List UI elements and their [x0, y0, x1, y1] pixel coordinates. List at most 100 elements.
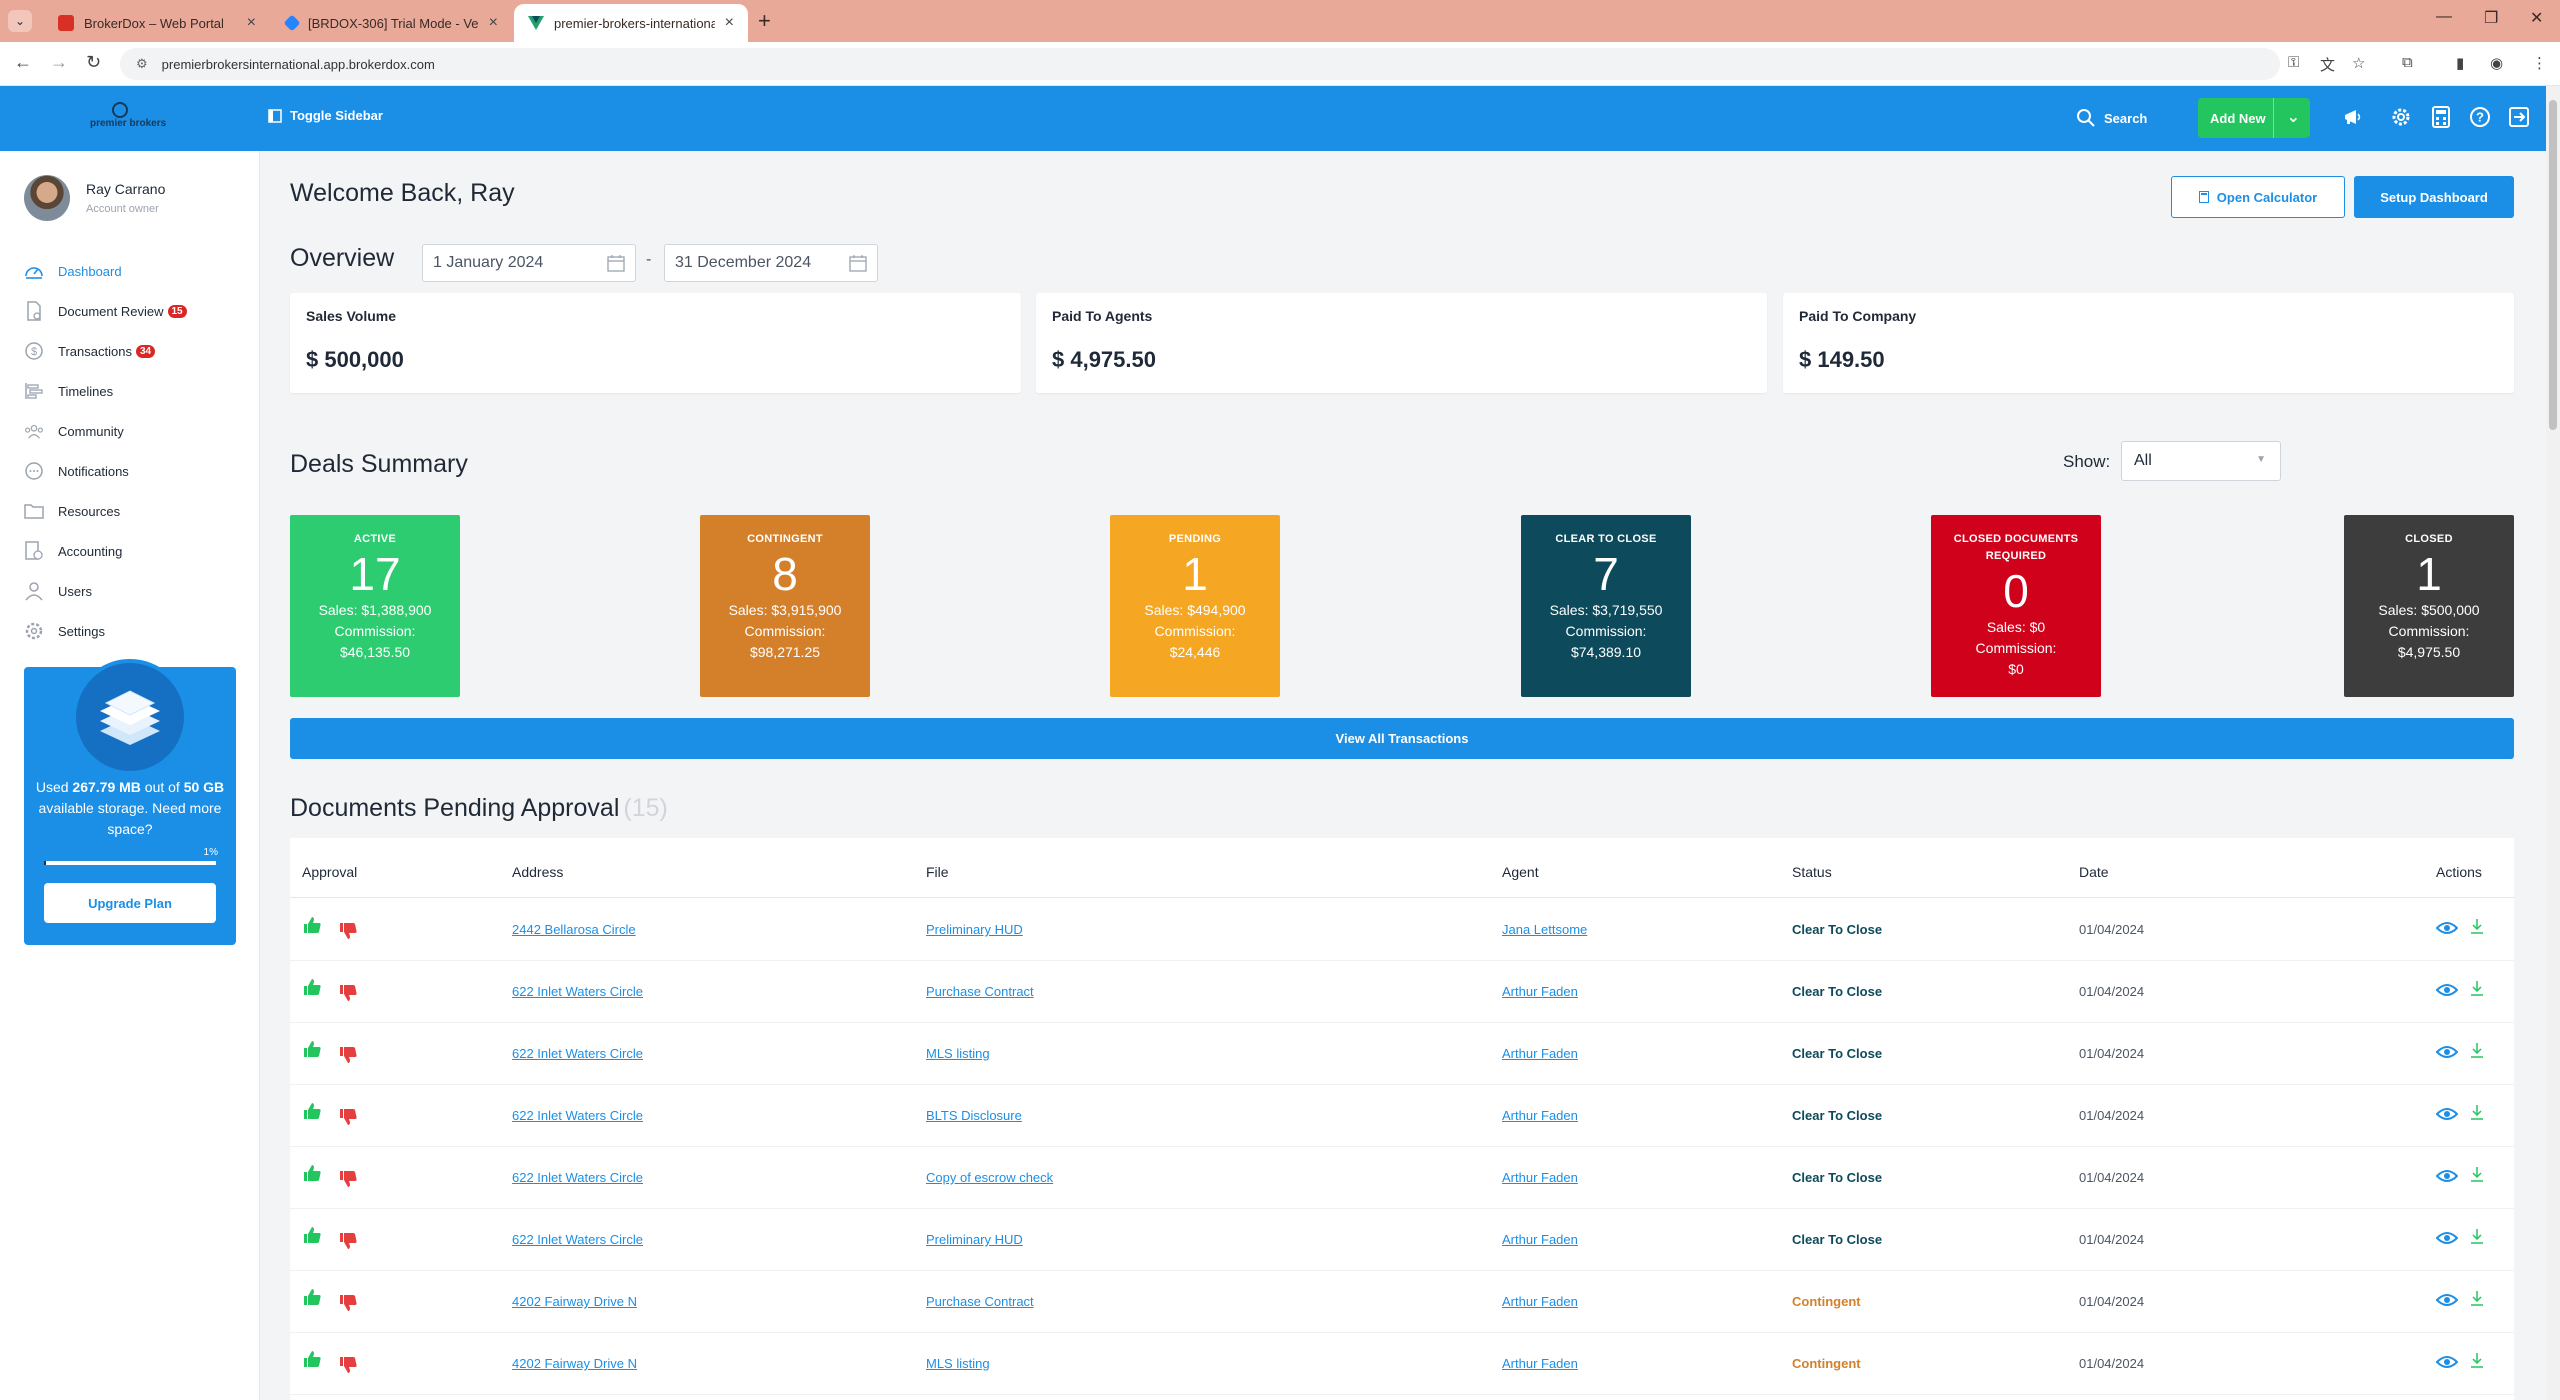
toggle-sidebar-button[interactable]: Toggle Sidebar [268, 108, 383, 123]
add-new-button[interactable]: Add New ⌄ [2198, 98, 2310, 138]
address-link[interactable]: 622 Inlet Waters Circle [512, 984, 643, 999]
reject-thumbs-down-icon[interactable] [338, 1107, 358, 1127]
approve-thumbs-up-icon[interactable] [302, 1101, 322, 1121]
gear-icon[interactable] [2388, 104, 2414, 130]
deal-card-clear-to-close[interactable]: CLEAR TO CLOSE 7 Sales: $3,719,550 Commi… [1521, 515, 1691, 697]
site-info-icon[interactable]: ⚙ [136, 56, 148, 72]
user-profile[interactable]: Ray Carrano Account owner [24, 175, 165, 221]
close-tab-icon[interactable]: × [725, 14, 734, 32]
agent-link[interactable]: Arthur Faden [1502, 1108, 1578, 1123]
logout-icon[interactable] [2506, 104, 2532, 130]
view-eye-icon[interactable] [2435, 1354, 2459, 1375]
browser-tab-premier[interactable]: premier-brokers-international × [514, 4, 748, 42]
approve-thumbs-up-icon[interactable] [302, 1287, 322, 1307]
agent-link[interactable]: Jana Lettsome [1502, 922, 1587, 937]
upgrade-plan-button[interactable]: Upgrade Plan [44, 883, 216, 923]
download-icon[interactable] [2470, 1228, 2484, 1249]
company-logo[interactable]: premier brokers [90, 100, 170, 136]
sidebar-item-dashboard[interactable]: Dashboard [24, 251, 244, 291]
sidebar-item-notifications[interactable]: Notifications [24, 451, 244, 491]
reject-thumbs-down-icon[interactable] [338, 1169, 358, 1189]
tab-search-button[interactable]: ⌄ [8, 10, 32, 32]
reject-thumbs-down-icon[interactable] [338, 983, 358, 1003]
extensions-icon[interactable]: ⧉ [2402, 54, 2413, 71]
reject-thumbs-down-icon[interactable] [338, 1045, 358, 1065]
download-icon[interactable] [2470, 1352, 2484, 1373]
agent-link[interactable]: Arthur Faden [1502, 1294, 1578, 1309]
approve-thumbs-up-icon[interactable] [302, 915, 322, 935]
approve-thumbs-up-icon[interactable] [302, 1163, 322, 1183]
download-icon[interactable] [2470, 918, 2484, 939]
download-icon[interactable] [2470, 980, 2484, 1001]
deal-card-closed-documents-required[interactable]: CLOSED DOCUMENTS REQUIRED 0 Sales: $0 Co… [1931, 515, 2101, 697]
reload-icon[interactable]: ↻ [86, 52, 101, 73]
sidebar-item-community[interactable]: Community [24, 411, 244, 451]
approve-thumbs-up-icon[interactable] [302, 977, 322, 997]
file-link[interactable]: Purchase Contract [926, 1294, 1034, 1309]
agent-link[interactable]: Arthur Faden [1502, 1232, 1578, 1247]
address-link[interactable]: 622 Inlet Waters Circle [512, 1046, 643, 1061]
download-icon[interactable] [2470, 1166, 2484, 1187]
back-icon[interactable]: ← [14, 52, 32, 73]
calendar-icon[interactable] [607, 254, 625, 277]
file-link[interactable]: Purchase Contract [926, 984, 1034, 999]
help-icon[interactable]: ? [2467, 104, 2493, 130]
file-link[interactable]: Preliminary HUD [926, 1232, 1023, 1247]
download-icon[interactable] [2470, 1290, 2484, 1311]
browser-tab-brokerdox[interactable]: BrokerDox – Web Portal × [44, 4, 270, 42]
agent-link[interactable]: Arthur Faden [1502, 1170, 1578, 1185]
view-eye-icon[interactable] [2435, 1168, 2459, 1189]
profile-icon[interactable]: ◉ [2490, 54, 2503, 72]
download-icon[interactable] [2470, 1104, 2484, 1125]
browser-tab-jira[interactable]: [BRDOX-306] Trial Mode - Veri × [272, 4, 512, 42]
address-link[interactable]: 622 Inlet Waters Circle [512, 1232, 643, 1247]
deal-card-closed[interactable]: CLOSED 1 Sales: $500,000 Commission: $4,… [2344, 515, 2514, 697]
close-tab-icon[interactable]: × [489, 14, 498, 32]
password-key-icon[interactable]: ⚿ [2288, 54, 2299, 71]
sidebar-item-document-review[interactable]: Document Review 15 [24, 291, 244, 331]
file-link[interactable]: Preliminary HUD [926, 922, 1023, 937]
address-link[interactable]: 622 Inlet Waters Circle [512, 1170, 643, 1185]
file-link[interactable]: BLTS Disclosure [926, 1108, 1022, 1123]
reject-thumbs-down-icon[interactable] [338, 1293, 358, 1313]
download-icon[interactable] [2470, 1042, 2484, 1063]
file-link[interactable]: MLS listing [926, 1046, 990, 1061]
forward-icon[interactable]: → [50, 52, 68, 73]
browser-menu-icon[interactable]: ⋮ [2532, 54, 2547, 72]
view-eye-icon[interactable] [2435, 1292, 2459, 1313]
side-panel-icon[interactable]: ▮ [2456, 54, 2464, 72]
sidebar-item-settings[interactable]: Settings [24, 611, 244, 651]
approve-thumbs-up-icon[interactable] [302, 1349, 322, 1369]
page-scrollbar[interactable] [2546, 86, 2560, 1400]
sidebar-item-users[interactable]: Users [24, 571, 244, 611]
sidebar-item-transactions[interactable]: $ Transactions 34 [24, 331, 244, 371]
translate-icon[interactable]: 文 [2320, 54, 2335, 75]
view-eye-icon[interactable] [2435, 982, 2459, 1003]
calendar-icon[interactable] [849, 254, 867, 277]
view-eye-icon[interactable] [2435, 1044, 2459, 1065]
file-link[interactable]: MLS listing [926, 1356, 990, 1371]
url-bar[interactable]: ⚙ premierbrokersinternational.app.broker… [120, 48, 2280, 80]
restore-icon[interactable]: ❐ [2484, 8, 2498, 28]
sidebar-item-accounting[interactable]: Accounting [24, 531, 244, 571]
reject-thumbs-down-icon[interactable] [338, 921, 358, 941]
megaphone-icon[interactable] [2340, 104, 2366, 130]
address-link[interactable]: 4202 Fairway Drive N [512, 1356, 637, 1371]
new-tab-icon[interactable]: + [758, 8, 771, 34]
view-eye-icon[interactable] [2435, 1106, 2459, 1127]
reject-thumbs-down-icon[interactable] [338, 1231, 358, 1251]
deal-card-active[interactable]: ACTIVE 17 Sales: $1,388,900 Commission: … [290, 515, 460, 697]
deal-card-pending[interactable]: PENDING 1 Sales: $494,900 Commission: $2… [1110, 515, 1280, 697]
minimize-icon[interactable]: — [2436, 8, 2452, 26]
approve-thumbs-up-icon[interactable] [302, 1039, 322, 1059]
agent-link[interactable]: Arthur Faden [1502, 984, 1578, 999]
agent-link[interactable]: Arthur Faden [1502, 1356, 1578, 1371]
bookmark-star-icon[interactable]: ☆ [2352, 54, 2365, 72]
chevron-down-icon[interactable]: ⌄ [2287, 107, 2300, 127]
date-to-input[interactable]: 31 December 2024 [664, 244, 878, 282]
view-all-transactions-button[interactable]: View All Transactions [290, 718, 2514, 759]
date-from-input[interactable]: 1 January 2024 [422, 244, 636, 282]
header-search-button[interactable]: Search [2076, 108, 2147, 128]
close-tab-icon[interactable]: × [247, 14, 256, 32]
address-link[interactable]: 622 Inlet Waters Circle [512, 1108, 643, 1123]
